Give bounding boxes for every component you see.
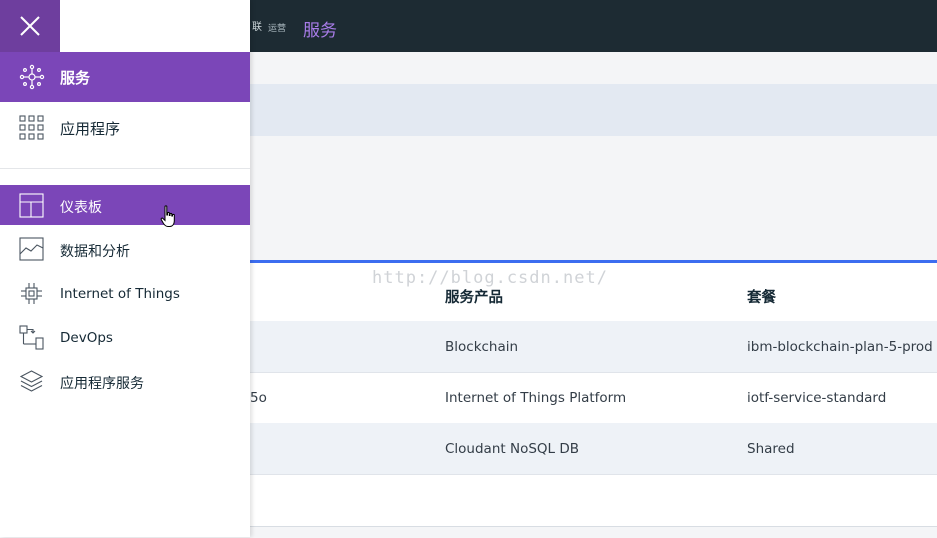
brand-sub: 运营 xyxy=(268,24,287,34)
hand-cursor-icon xyxy=(160,205,175,227)
column-header-offering[interactable]: 服务产品 xyxy=(445,286,503,307)
menu-item-label: Internet of Things xyxy=(60,286,180,302)
side-menu: 服务 应用程序 仪表板 数据和分析 Internet of Things Dev… xyxy=(0,0,250,537)
menu-item-services[interactable]: 服务 xyxy=(0,52,250,102)
chip-icon xyxy=(21,283,42,304)
close-menu-button[interactable] xyxy=(0,0,60,52)
menu-item-label: 应用程序 xyxy=(60,120,121,138)
menu-item-app-services[interactable]: 应用程序服务 xyxy=(0,362,250,402)
row-offering: Cloudant NoSQL DB xyxy=(445,441,579,457)
apps-grid-icon xyxy=(19,115,44,140)
dashboard-icon xyxy=(19,193,44,218)
menu-item-devops[interactable]: DevOps xyxy=(0,318,250,358)
row-plan: ibm-blockchain-plan-5-prod xyxy=(747,339,933,355)
layers-icon xyxy=(19,370,44,392)
row-plan: iotf-service-standard xyxy=(747,390,887,406)
watermark-text: http://blog.csdn.net/ xyxy=(372,268,608,288)
analytics-icon xyxy=(19,237,44,261)
menu-item-label: DevOps xyxy=(60,330,113,346)
menu-item-dashboard[interactable]: 仪表板 xyxy=(0,185,250,225)
devops-icon xyxy=(19,325,44,350)
menu-divider xyxy=(0,168,250,169)
column-header-plan[interactable]: 套餐 xyxy=(747,286,776,307)
menu-item-iot[interactable]: Internet of Things xyxy=(0,274,250,314)
row-plan: Shared xyxy=(747,441,795,457)
menu-item-label: 数据和分析 xyxy=(60,244,130,260)
page-title: 服务 xyxy=(303,21,337,41)
menu-item-label: 应用程序服务 xyxy=(60,376,144,392)
row-id-fragment: 5o xyxy=(250,390,267,406)
row-offering: Blockchain xyxy=(445,339,519,355)
services-icon xyxy=(19,64,45,90)
menu-item-apps[interactable]: 应用程序 xyxy=(0,102,250,152)
menu-item-label: 仪表板 xyxy=(60,200,102,216)
brand-fragment: 联 xyxy=(252,22,263,33)
close-icon xyxy=(20,16,40,36)
row-offering: Internet of Things Platform xyxy=(445,390,627,406)
menu-item-analytics[interactable]: 数据和分析 xyxy=(0,230,250,270)
menu-item-label: 服务 xyxy=(60,69,91,87)
